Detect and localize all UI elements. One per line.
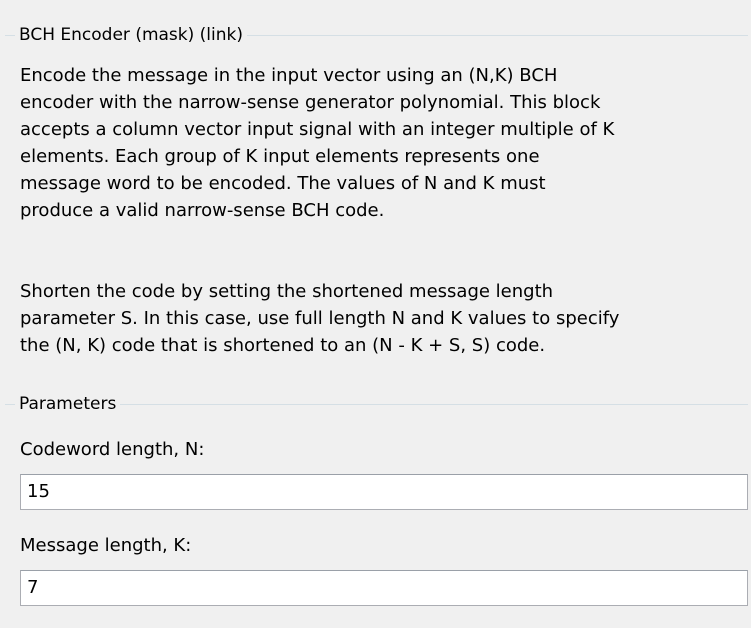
parameters-group: Parameters Codeword length, N: 15 Messag… — [5, 392, 748, 628]
description-line: Encode the message in the input vector u… — [20, 65, 558, 86]
description-line: encoder with the narrow-sense generator … — [20, 92, 601, 113]
description-paragraph-1: Encode the message in the input vector u… — [20, 62, 750, 224]
description-line: accepts a column vector input signal wit… — [20, 119, 615, 140]
codeword-length-label: Codeword length, N: — [20, 439, 205, 460]
description-line: elements. Each group of K input elements… — [20, 146, 540, 167]
description-line: the (N, K) code that is shortened to an … — [20, 335, 546, 356]
description-paragraph-2: Shorten the code by setting the shortene… — [20, 278, 750, 359]
description-line: produce a valid narrow-sense BCH code. — [20, 200, 385, 221]
parameters-group-title: Parameters — [15, 392, 121, 416]
description-line: parameter S. In this case, use full leng… — [20, 308, 620, 329]
codeword-length-input[interactable]: 15 — [20, 474, 748, 510]
message-length-input[interactable]: 7 — [20, 570, 748, 606]
description-line: Shorten the code by setting the shortene… — [20, 281, 554, 302]
description-group-title: BCH Encoder (mask) (link) — [15, 23, 248, 47]
message-length-label: Message length, K: — [20, 535, 192, 556]
block-parameters-dialog: BCH Encoder (mask) (link) Encode the mes… — [0, 0, 751, 628]
description-group: BCH Encoder (mask) (link) Encode the mes… — [5, 23, 750, 403]
description-line: message word to be encoded. The values o… — [20, 173, 546, 194]
